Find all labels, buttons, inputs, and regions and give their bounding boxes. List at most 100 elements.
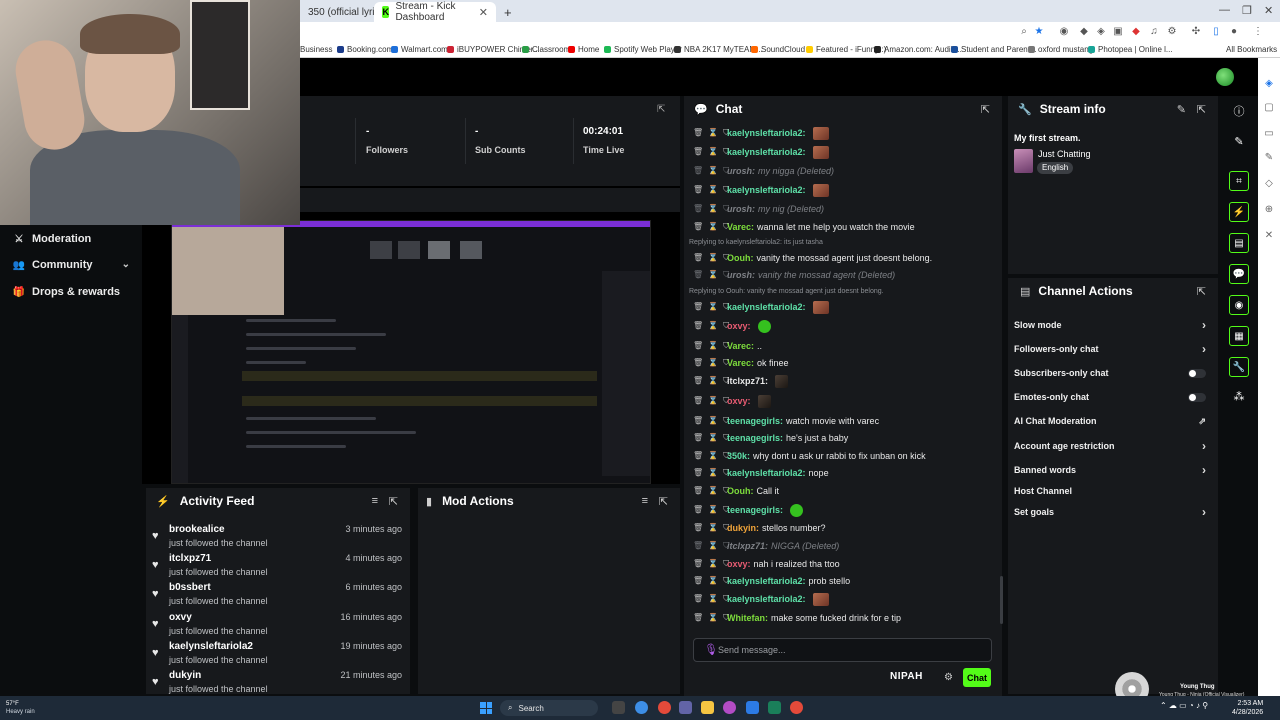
chat-username[interactable]: kaelynsleftariola2:: [727, 466, 806, 480]
expand-icon[interactable]: ⇱: [657, 104, 665, 115]
expand-icon[interactable]: ⇱: [389, 495, 398, 508]
trash-icon[interactable]: 🗑: [693, 414, 703, 428]
timeout-icon[interactable]: ⌛: [708, 183, 718, 197]
chat-username[interactable]: Varec:: [727, 220, 754, 234]
teams-icon[interactable]: [679, 701, 692, 714]
extension-icon[interactable]: ◆: [1078, 26, 1090, 38]
sidebar-item-moderation[interactable]: ⚔ Moderation: [14, 233, 92, 245]
filter-icon[interactable]: ≡: [372, 495, 378, 507]
close-window-icon[interactable]: ✕: [1264, 4, 1273, 17]
timeout-icon[interactable]: ⌛: [708, 356, 718, 370]
minimize-icon[interactable]: —: [1219, 4, 1230, 16]
trash-icon[interactable]: 🗑: [693, 592, 703, 606]
sidebar-item-community[interactable]: 👥 Community ⌄: [13, 259, 130, 271]
wrench-icon[interactable]: 🔧: [1229, 357, 1249, 377]
microphone-icon[interactable]: 🎙: [704, 643, 718, 656]
bookmark-item[interactable]: oxford mustang: [1028, 45, 1093, 54]
chat-send-button[interactable]: Chat: [963, 668, 991, 687]
pencil-icon[interactable]: ✎: [1232, 135, 1246, 149]
broadcast-icon[interactable]: ◉: [1229, 295, 1249, 315]
app-icon[interactable]: [723, 701, 736, 714]
trash-icon[interactable]: 🗑: [693, 220, 703, 234]
chat-bubble-icon[interactable]: 💬: [1229, 264, 1249, 284]
bookmark-item[interactable]: Classroom: [522, 45, 570, 54]
crop-icon[interactable]: ⌗: [1229, 171, 1249, 191]
sidebar-tag-icon[interactable]: ◇: [1263, 178, 1275, 190]
timeout-icon[interactable]: ⌛: [708, 251, 718, 265]
chat-username[interactable]: teenagegirls:: [727, 503, 783, 517]
follower-name[interactable]: oxvy: [169, 612, 192, 623]
avatar[interactable]: [1216, 68, 1234, 86]
host-channel-row[interactable]: Host Channel: [1014, 486, 1210, 500]
timeout-icon[interactable]: ⌛: [708, 374, 718, 388]
bookmark-item[interactable]: Photopea | Online l...: [1088, 45, 1173, 54]
system-tray[interactable]: ⌃ ☁ ▭ ◔ ♪ ⚲: [1160, 701, 1208, 710]
timeout-icon[interactable]: ⌛: [708, 484, 718, 498]
chat-username[interactable]: 350k:: [727, 449, 750, 463]
chat-username[interactable]: kaelynsleftariola2:: [727, 183, 806, 197]
timeout-icon[interactable]: ⌛: [708, 557, 718, 571]
app-icon[interactable]: [768, 701, 781, 714]
all-bookmarks[interactable]: All Bookmarks: [1226, 45, 1277, 54]
follower-name[interactable]: brookealice: [169, 524, 225, 535]
timeout-icon[interactable]: ⌛: [708, 300, 718, 314]
trash-icon[interactable]: 🗑: [693, 503, 703, 517]
timeout-icon[interactable]: ⌛: [708, 539, 718, 553]
trash-icon[interactable]: 🗑: [693, 431, 703, 445]
trash-icon[interactable]: 🗑: [693, 183, 703, 197]
timeout-icon[interactable]: ⌛: [708, 466, 718, 480]
trash-icon[interactable]: 🗑: [693, 466, 703, 480]
trash-icon[interactable]: 🗑: [693, 539, 703, 553]
timeout-icon[interactable]: ⌛: [708, 220, 718, 234]
chat-username[interactable]: urosh:: [727, 164, 755, 178]
timeout-icon[interactable]: ⌛: [708, 394, 718, 408]
close-tab-icon[interactable]: ✕: [479, 6, 488, 19]
shield-icon[interactable]: ▦: [1229, 326, 1249, 346]
chat-username[interactable]: itclxpz71:: [727, 539, 768, 553]
chat-scrollbar[interactable]: [1000, 576, 1003, 624]
trash-icon[interactable]: 🗑: [693, 356, 703, 370]
expand-icon[interactable]: ⇱: [659, 495, 668, 508]
expand-icon[interactable]: ⇱: [1197, 103, 1206, 116]
info-icon[interactable]: ⓘ: [1232, 103, 1246, 118]
timeout-icon[interactable]: ⌛: [708, 592, 718, 606]
list-icon[interactable]: ▤: [1229, 233, 1249, 253]
chat-username[interactable]: Oouh:: [727, 484, 754, 498]
extension-icon[interactable]: ◆: [1130, 26, 1142, 38]
follower-name[interactable]: dukyin: [169, 670, 201, 681]
menu-dots-icon[interactable]: ⋮: [1252, 26, 1264, 38]
chat-username[interactable]: oxvy:: [727, 557, 751, 571]
extensions-puzzle-icon[interactable]: ✣: [1190, 26, 1202, 38]
trash-icon[interactable]: 🗑: [693, 521, 703, 535]
banned-words-row[interactable]: Banned words ›: [1014, 463, 1210, 479]
taskbar-search[interactable]: ⌕ Search: [500, 700, 598, 716]
chat-username[interactable]: urosh:: [727, 268, 755, 282]
timeout-icon[interactable]: ⌛: [708, 449, 718, 463]
timeout-icon[interactable]: ⌛: [708, 339, 718, 353]
trash-icon[interactable]: 🗑: [693, 611, 703, 625]
chat-username[interactable]: kaelynsleftariola2:: [727, 300, 806, 314]
subscribers-only-toggle[interactable]: [1188, 369, 1206, 378]
bookmark-star-icon[interactable]: ★: [1033, 26, 1045, 38]
extension-icon[interactable]: ◈: [1095, 26, 1107, 38]
trash-icon[interactable]: 🗑: [693, 164, 703, 178]
category-name[interactable]: Just Chatting: [1038, 149, 1091, 159]
timeout-icon[interactable]: ⌛: [708, 126, 718, 140]
widget-icon[interactable]: ⁂: [1232, 390, 1246, 404]
extension-icon[interactable]: ⚙: [1166, 26, 1178, 38]
set-goals-row[interactable]: Set goals ›: [1014, 505, 1210, 521]
chat-username[interactable]: kaelynsleftariola2:: [727, 126, 806, 140]
browser-tab-kick[interactable]: K Stream - Kick Dashboard ✕: [374, 1, 496, 23]
timeout-icon[interactable]: ⌛: [708, 414, 718, 428]
expand-icon[interactable]: ⇱: [981, 103, 990, 116]
chat-username[interactable]: Whitefan:: [727, 611, 768, 625]
bookmark-item[interactable]: Amazon.com: Audib...: [874, 45, 962, 54]
chrome-icon[interactable]: [790, 701, 803, 714]
extension-icon[interactable]: ♫: [1148, 26, 1160, 38]
trash-icon[interactable]: 🗑: [693, 449, 703, 463]
timeout-icon[interactable]: ⌛: [708, 611, 718, 625]
bookmark-item[interactable]: Business: [300, 45, 332, 54]
chat-username[interactable]: Oouh:: [727, 251, 754, 265]
bookmark-item[interactable]: NBA 2K17 MyTEAM...: [674, 45, 763, 54]
timeout-icon[interactable]: ⌛: [708, 145, 718, 159]
